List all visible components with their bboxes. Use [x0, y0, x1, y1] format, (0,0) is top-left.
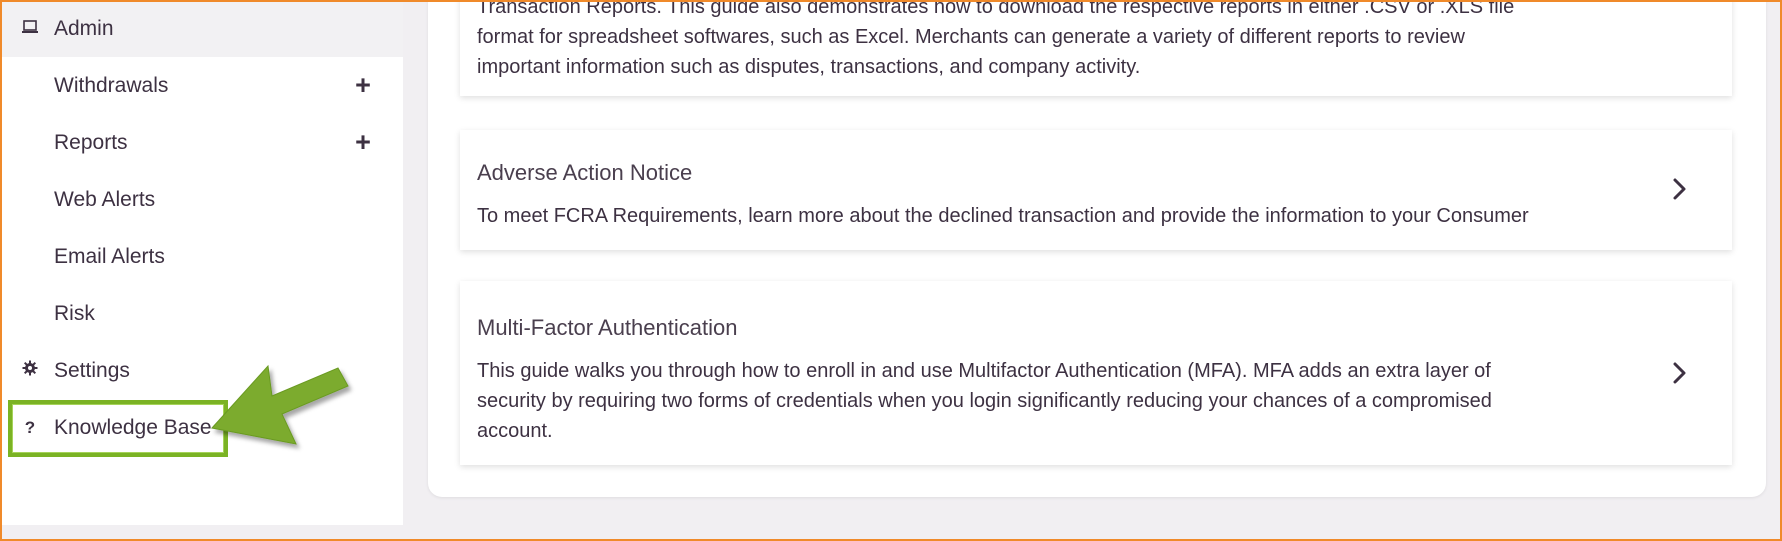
sidebar-item-label: Email Alerts [54, 244, 165, 268]
article-description-line: Transaction Reports. This guide also dem… [477, 0, 1515, 18]
article-card[interactable]: Transaction Reports. This guide also dem… [460, 0, 1732, 96]
article-card[interactable]: Adverse Action Notice To meet FCRA Requi… [460, 130, 1732, 250]
expand-plus-icon[interactable]: + [350, 129, 376, 156]
article-description: Transaction Reports. This guide also dem… [477, 0, 1612, 82]
sidebar-item-label: Reports [54, 130, 128, 154]
highlight-box [8, 400, 228, 457]
gear-icon [20, 360, 40, 381]
sidebar-item-reports[interactable]: Reports + [0, 114, 403, 171]
laptop-icon [20, 19, 40, 39]
sidebar-item-label: Admin [54, 16, 114, 40]
chevron-right-icon[interactable] [1668, 177, 1692, 201]
sidebar-item-withdrawals[interactable]: Withdrawals + [0, 57, 403, 114]
sidebar-item-admin[interactable]: Admin [0, 0, 403, 57]
article-description-line: This guide walks you through how to enro… [477, 360, 1491, 382]
annotation-arrow-icon [211, 364, 349, 445]
article-card[interactable]: Multi-Factor Authentication This guide w… [460, 281, 1732, 465]
sidebar-item-web-alerts[interactable]: Web Alerts [0, 171, 403, 228]
article-description-line: account. [477, 420, 553, 442]
expand-plus-icon[interactable]: + [350, 72, 376, 99]
sidebar-item-email-alerts[interactable]: Email Alerts [0, 228, 403, 285]
article-title: Adverse Action Notice [477, 160, 693, 185]
article-description-line: security by requiring two forms of crede… [477, 390, 1492, 412]
article-description: This guide walks you through how to enro… [477, 356, 1612, 446]
sidebar-item-label: Web Alerts [54, 187, 156, 211]
sidebar-item-label: Withdrawals [54, 73, 169, 97]
chevron-right-icon[interactable] [1668, 361, 1692, 385]
sidebar-item-label: Risk [54, 301, 95, 325]
article-description-line: important information such as disputes, … [477, 56, 1141, 78]
sidebar-item-risk[interactable]: Risk [0, 285, 403, 342]
sidebar-item-label: Settings [54, 358, 130, 382]
article-description-line: format for spreadsheet softwares, such a… [477, 26, 1465, 48]
article-description: To meet FCRA Requirements, learn more ab… [477, 201, 1612, 231]
article-title: Multi-Factor Authentication [477, 315, 738, 340]
article-description-line: To meet FCRA Requirements, learn more ab… [477, 205, 1529, 227]
